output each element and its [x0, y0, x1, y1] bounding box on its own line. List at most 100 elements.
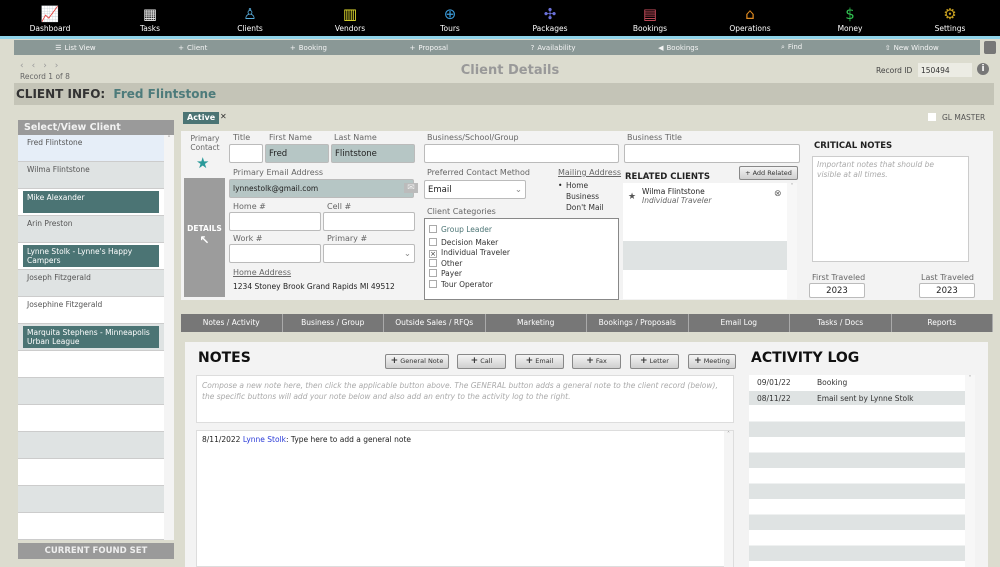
toolbar-find-button[interactable]: ⌕ Find — [781, 43, 802, 52]
activity-row[interactable]: 09/01/22 Booking — [749, 375, 965, 391]
remove-icon[interactable]: ⊗ — [774, 189, 782, 199]
first-traveled-input[interactable]: 2023 — [809, 283, 865, 298]
nav-dashboard[interactable]: 📈 Dashboard — [10, 5, 90, 36]
activity-row[interactable]: 08/11/22 Email sent by Lynne Stolk — [749, 391, 965, 406]
email-input[interactable]: lynnestolk@gmail.com — [229, 179, 414, 198]
category-checkbox[interactable]: Other — [429, 258, 614, 270]
nav-settings[interactable]: ⚙ Settings — [910, 5, 990, 36]
gl-master-checkbox[interactable] — [928, 113, 936, 121]
envelope-icon[interactable]: ✉ — [404, 183, 418, 193]
tab-6[interactable]: Tasks / Docs — [790, 314, 892, 332]
toolbar-availability-button[interactable]: ? Availability — [531, 44, 576, 52]
details-button[interactable]: DETAILS ↖ — [184, 178, 225, 297]
mailing-radio-1[interactable]: Business — [558, 191, 604, 202]
nav-clients[interactable]: ♙ Clients — [210, 5, 290, 36]
category-checkbox[interactable]: × Individual Traveler — [429, 248, 614, 259]
button-label: Email — [535, 357, 554, 365]
note-button-email[interactable]: + Email — [515, 354, 564, 369]
title-input[interactable] — [229, 144, 263, 163]
client-name: Arin Preston — [27, 219, 73, 228]
notes-title: NOTES — [198, 350, 251, 366]
tab-2[interactable]: Outside Sales / RFQs — [384, 314, 486, 332]
nav-money[interactable]: $ Money — [810, 5, 890, 36]
tab-1[interactable]: Business / Group — [283, 314, 384, 332]
record-id-field[interactable]: 150494 — [918, 63, 972, 77]
nav-tours[interactable]: ⊕ Tours — [410, 5, 490, 36]
tab-0[interactable]: Notes / Activity — [181, 314, 283, 332]
client-name: Fred Flintstone — [27, 138, 83, 147]
list-item[interactable]: Mike Alexander — [18, 189, 164, 216]
cell-phone-input[interactable] — [323, 212, 415, 231]
print-icon[interactable] — [984, 41, 996, 54]
list-item[interactable]: Wilma Flintstone — [18, 162, 164, 189]
home-address-label[interactable]: Home Address — [233, 268, 291, 277]
compose-note-input[interactable]: Compose a new note here, then click the … — [196, 375, 734, 423]
category-checkbox[interactable]: Group Leader — [429, 225, 614, 236]
nav-vendors[interactable]: ▥ Vendors — [310, 5, 390, 36]
star-icon[interactable]: ★ — [196, 154, 209, 172]
list-item[interactable]: Josephine Fitzgerald — [18, 297, 164, 324]
client-name: Josephine Fitzgerald — [27, 300, 103, 309]
note-button-general-note[interactable]: + General Note — [385, 354, 449, 369]
list-item[interactable]: Joseph Fitzgerald — [18, 270, 164, 297]
critical-notes-input[interactable]: Important notes that should be visible a… — [812, 156, 969, 262]
category-checkbox[interactable]: Decision Maker — [429, 237, 614, 249]
business-input[interactable] — [424, 144, 619, 163]
toolbar-list-view-button[interactable]: ☰ List View — [55, 44, 95, 52]
tab-7[interactable]: Reports — [892, 314, 993, 332]
note-author[interactable]: Lynne Stolk — [243, 435, 286, 444]
pref-contact-select[interactable]: Email ⌄ — [424, 180, 526, 199]
checkbox-icon — [429, 258, 437, 267]
home-phone-input[interactable] — [229, 212, 321, 231]
star-icon[interactable]: ★ — [628, 192, 636, 202]
tab-4[interactable]: Bookings / Proposals — [587, 314, 689, 332]
notes-scrollbar[interactable]: ˄ — [724, 431, 733, 567]
nav-tasks[interactable]: ▦ Tasks — [110, 5, 190, 36]
list-item-empty — [18, 432, 164, 459]
remove-status-icon[interactable]: ✕ — [220, 112, 227, 121]
divider — [0, 36, 1000, 39]
nav-packages[interactable]: ✣ Packages — [510, 5, 590, 36]
related-scrollbar[interactable]: ˄ — [787, 183, 797, 299]
activity-scrollbar[interactable]: ˄ — [965, 375, 975, 567]
last-traveled-input[interactable]: 2023 — [919, 283, 975, 298]
list-item[interactable]: Fred Flintstone — [18, 135, 164, 162]
list-scrollbar[interactable]: ˄ — [164, 135, 174, 540]
work-phone-input[interactable] — [229, 244, 321, 263]
note-button-call[interactable]: + Call — [457, 354, 506, 369]
list-item[interactable]: Marquita Stephens - Minneapolis Urban Le… — [18, 324, 164, 351]
category-label: Individual Traveler — [441, 248, 510, 257]
checkbox-icon — [429, 225, 437, 233]
category-checkbox[interactable]: Tour Operator — [429, 279, 614, 291]
tab-5[interactable]: Email Log — [689, 314, 790, 332]
note-button-meeting[interactable]: + Meeting — [688, 354, 736, 369]
toolbar-proposal-button[interactable]: + Proposal — [410, 44, 449, 52]
category-checkbox[interactable]: Payer — [429, 269, 614, 280]
primary-phone-select[interactable]: ⌄ — [323, 244, 415, 263]
tab-3[interactable]: Marketing — [486, 314, 587, 332]
last-name-input[interactable]: Flintstone — [331, 144, 415, 163]
toolbar-new-window-button[interactable]: ⇧ New Window — [885, 44, 939, 52]
add-related-button[interactable]: + Add Related — [739, 166, 798, 180]
note-button-fax[interactable]: + Fax — [572, 354, 621, 369]
nav-operations[interactable]: ⌂ Operations — [710, 5, 790, 36]
primary-contact-label: Primary Contact — [190, 134, 220, 152]
business-title-input[interactable] — [624, 144, 800, 163]
toolbar-bookings-button[interactable]: ◀ Bookings — [658, 44, 698, 52]
globe-icon: ⊕ — [443, 5, 457, 23]
related-client-row[interactable]: ★ Wilma Flintstone Individual Traveler ⊗ — [623, 183, 787, 212]
toolbar-booking-button[interactable]: + Booking — [290, 44, 327, 52]
mailing-radio-2[interactable]: Don't Mail — [558, 202, 604, 213]
note-text: : Type here to add a general note — [286, 435, 412, 444]
nav-bookings[interactable]: ▤ Bookings — [610, 5, 690, 36]
list-item-empty — [18, 513, 164, 540]
note-button-letter[interactable]: + Letter — [630, 354, 679, 369]
first-name-input[interactable]: Fred — [265, 144, 329, 163]
info-icon[interactable]: i — [977, 63, 989, 75]
list-item[interactable]: Lynne Stolk - Lynne's Happy Campers — [18, 243, 164, 270]
client-info-bar: CLIENT INFO: Fred Flintstone — [14, 83, 994, 105]
toolbar-client-button[interactable]: + Client — [178, 44, 207, 52]
mailing-radio-0[interactable]: • Home — [558, 180, 604, 191]
notes-history[interactable]: 8/11/2022 Lynne Stolk: Type here to add … — [196, 430, 734, 567]
list-item[interactable]: Arin Preston — [18, 216, 164, 243]
